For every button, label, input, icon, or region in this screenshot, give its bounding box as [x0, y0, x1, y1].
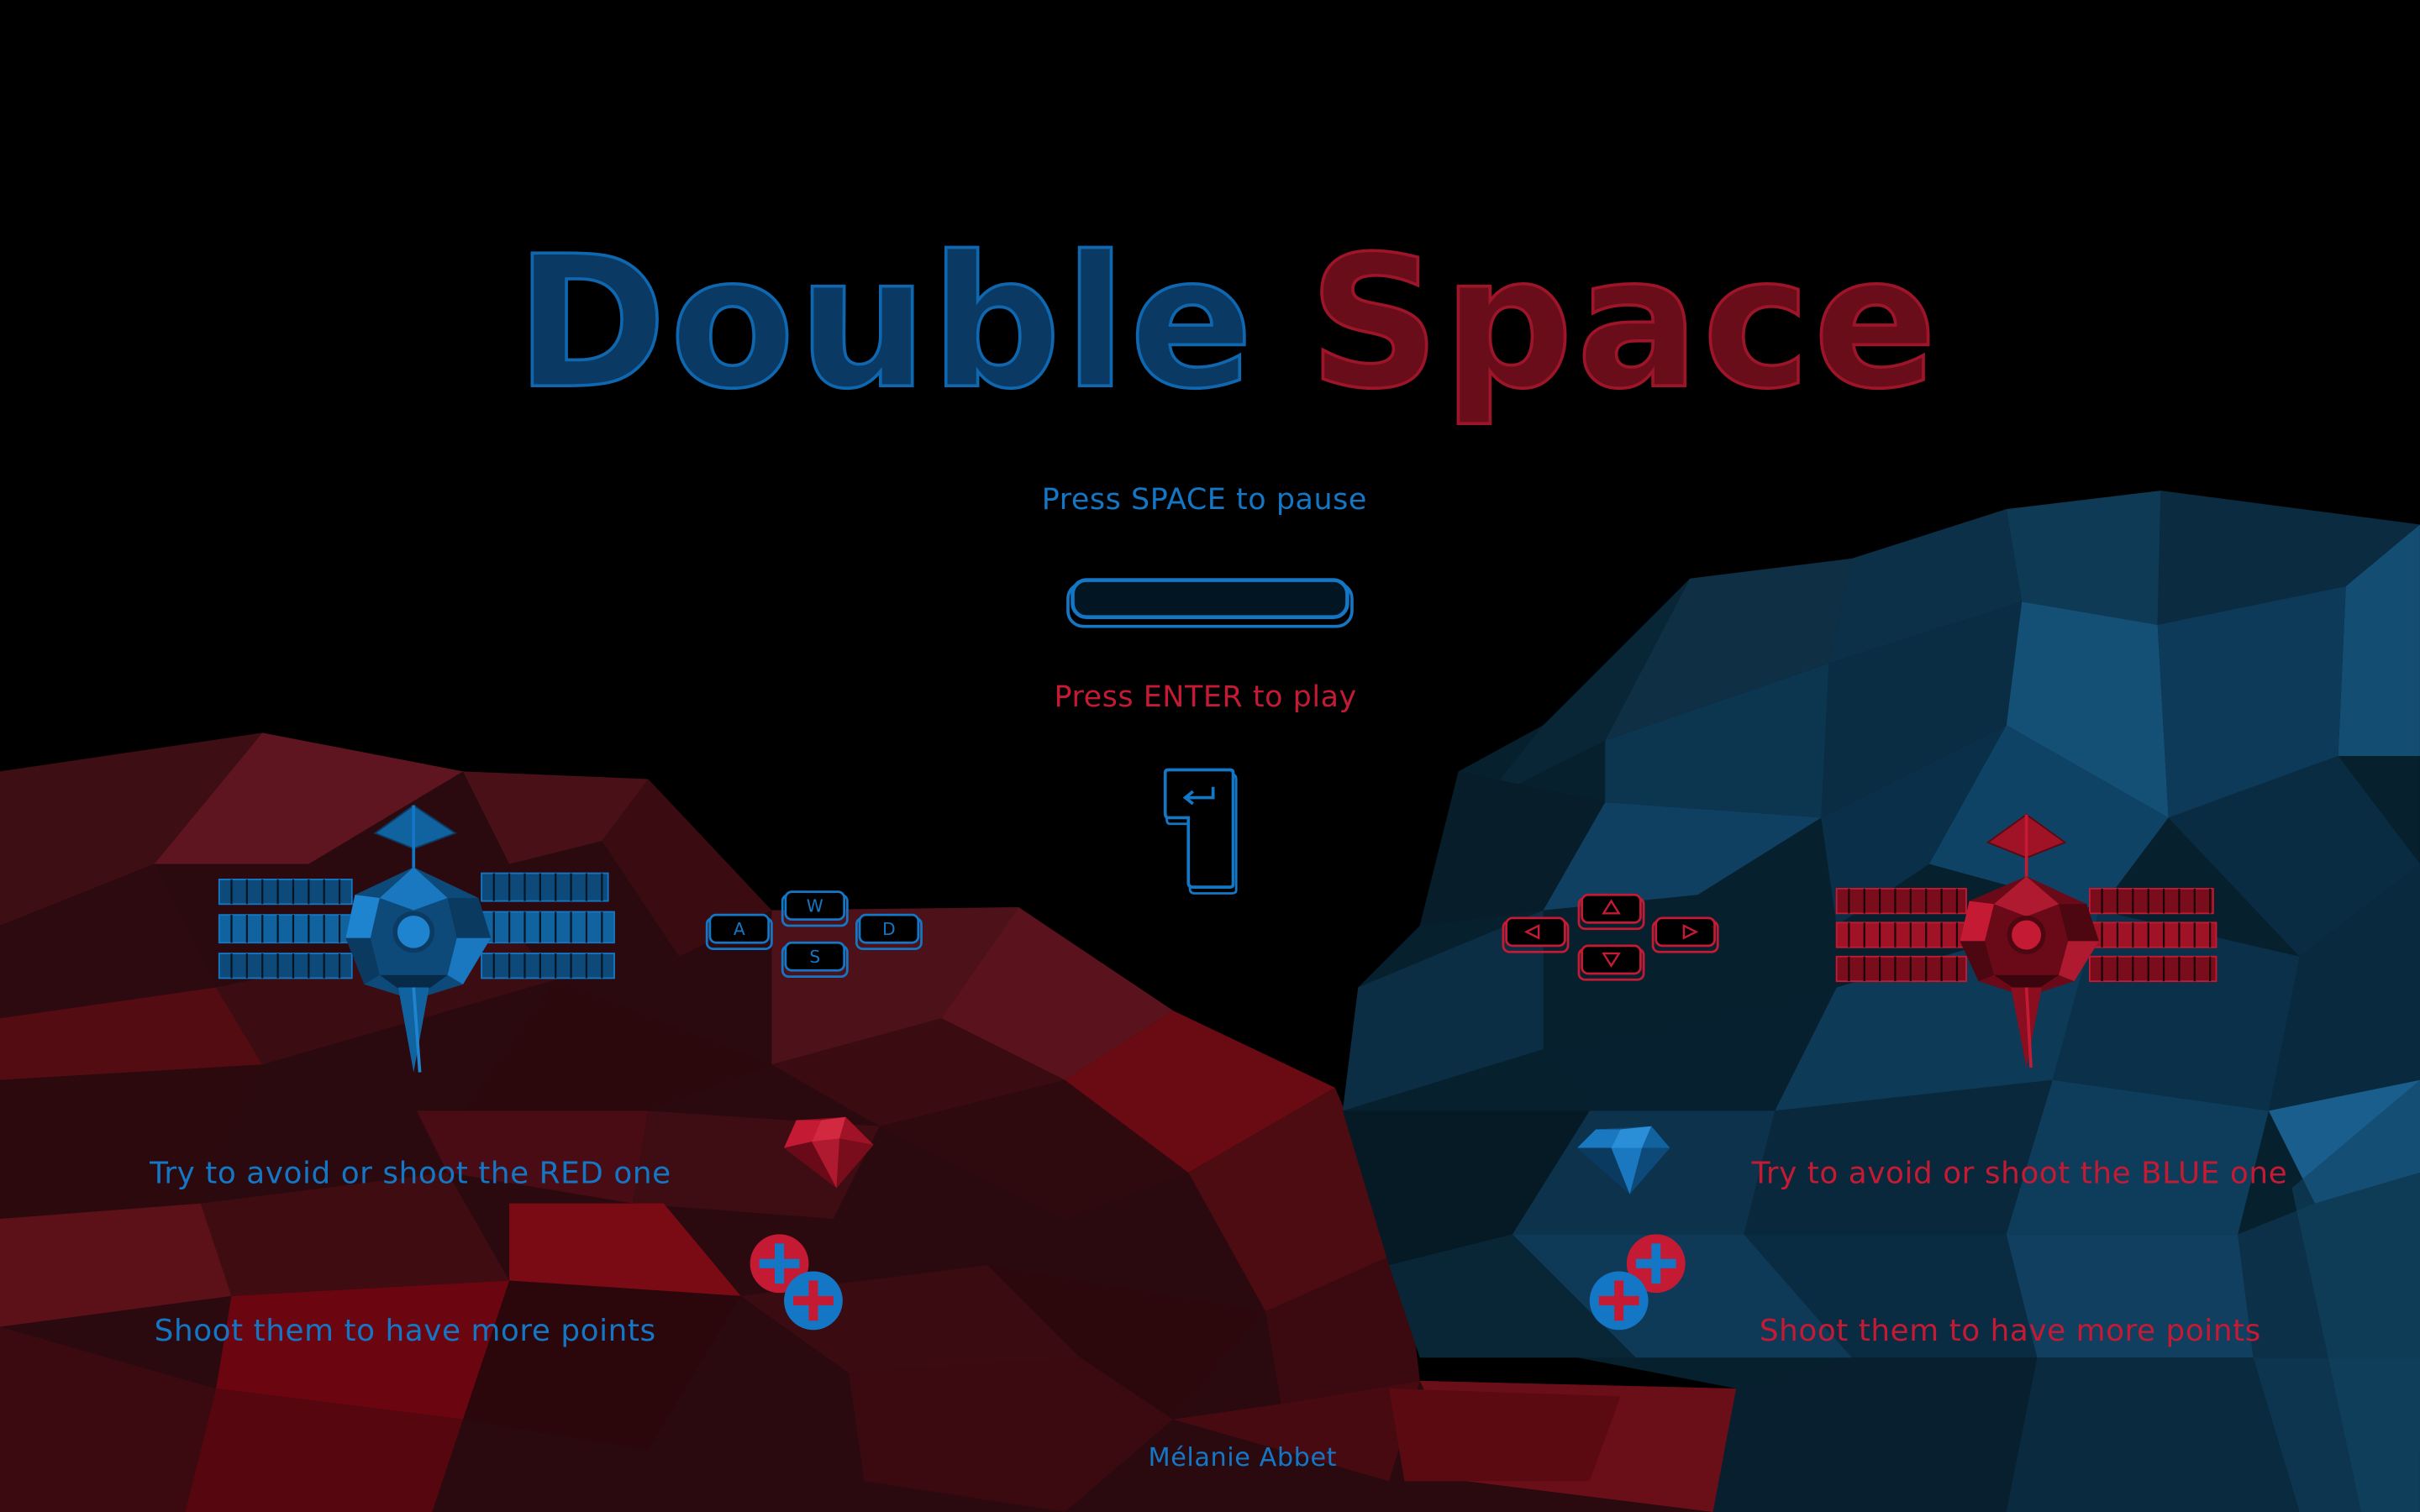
player1-avoid-text: Try to avoid or shoot the RED one — [150, 1155, 671, 1191]
arrow-keys-icon — [1502, 893, 1719, 981]
title-word-double: Double — [514, 216, 1257, 429]
author-credit: Mélanie Abbet — [1148, 1442, 1338, 1473]
player2-avoid-text: Try to avoid or shoot the BLUE one — [1751, 1155, 2288, 1191]
key-w: W — [807, 895, 823, 916]
game-menu-screen: Double Space Press SPACE to pause Press E… — [0, 0, 2420, 1512]
blue-satellite-icon — [218, 804, 615, 1073]
player2-bonus-icon — [1589, 1234, 1686, 1331]
key-a: A — [734, 919, 745, 939]
key-d: D — [882, 919, 896, 939]
player1-bonus-text: Shoot them to have more points — [154, 1313, 656, 1349]
player2-bonus-text: Shoot them to have more points — [1759, 1313, 2261, 1349]
key-s: S — [809, 947, 820, 967]
pause-instruction: Press SPACE to pause — [1041, 482, 1367, 517]
player1-bonus-icon — [750, 1234, 843, 1331]
space-key-icon — [1066, 578, 1354, 628]
game-title: Double Space — [514, 230, 1939, 415]
blue-gem-icon — [1577, 1126, 1670, 1194]
red-gem-icon — [784, 1116, 874, 1189]
enter-key-icon — [1163, 768, 1238, 895]
red-satellite-icon — [1835, 813, 2217, 1068]
play-instruction: Press ENTER to play — [1054, 680, 1357, 715]
title-word-space: Space — [1307, 216, 1940, 429]
wasd-keys-icon: W A S D — [705, 890, 923, 979]
